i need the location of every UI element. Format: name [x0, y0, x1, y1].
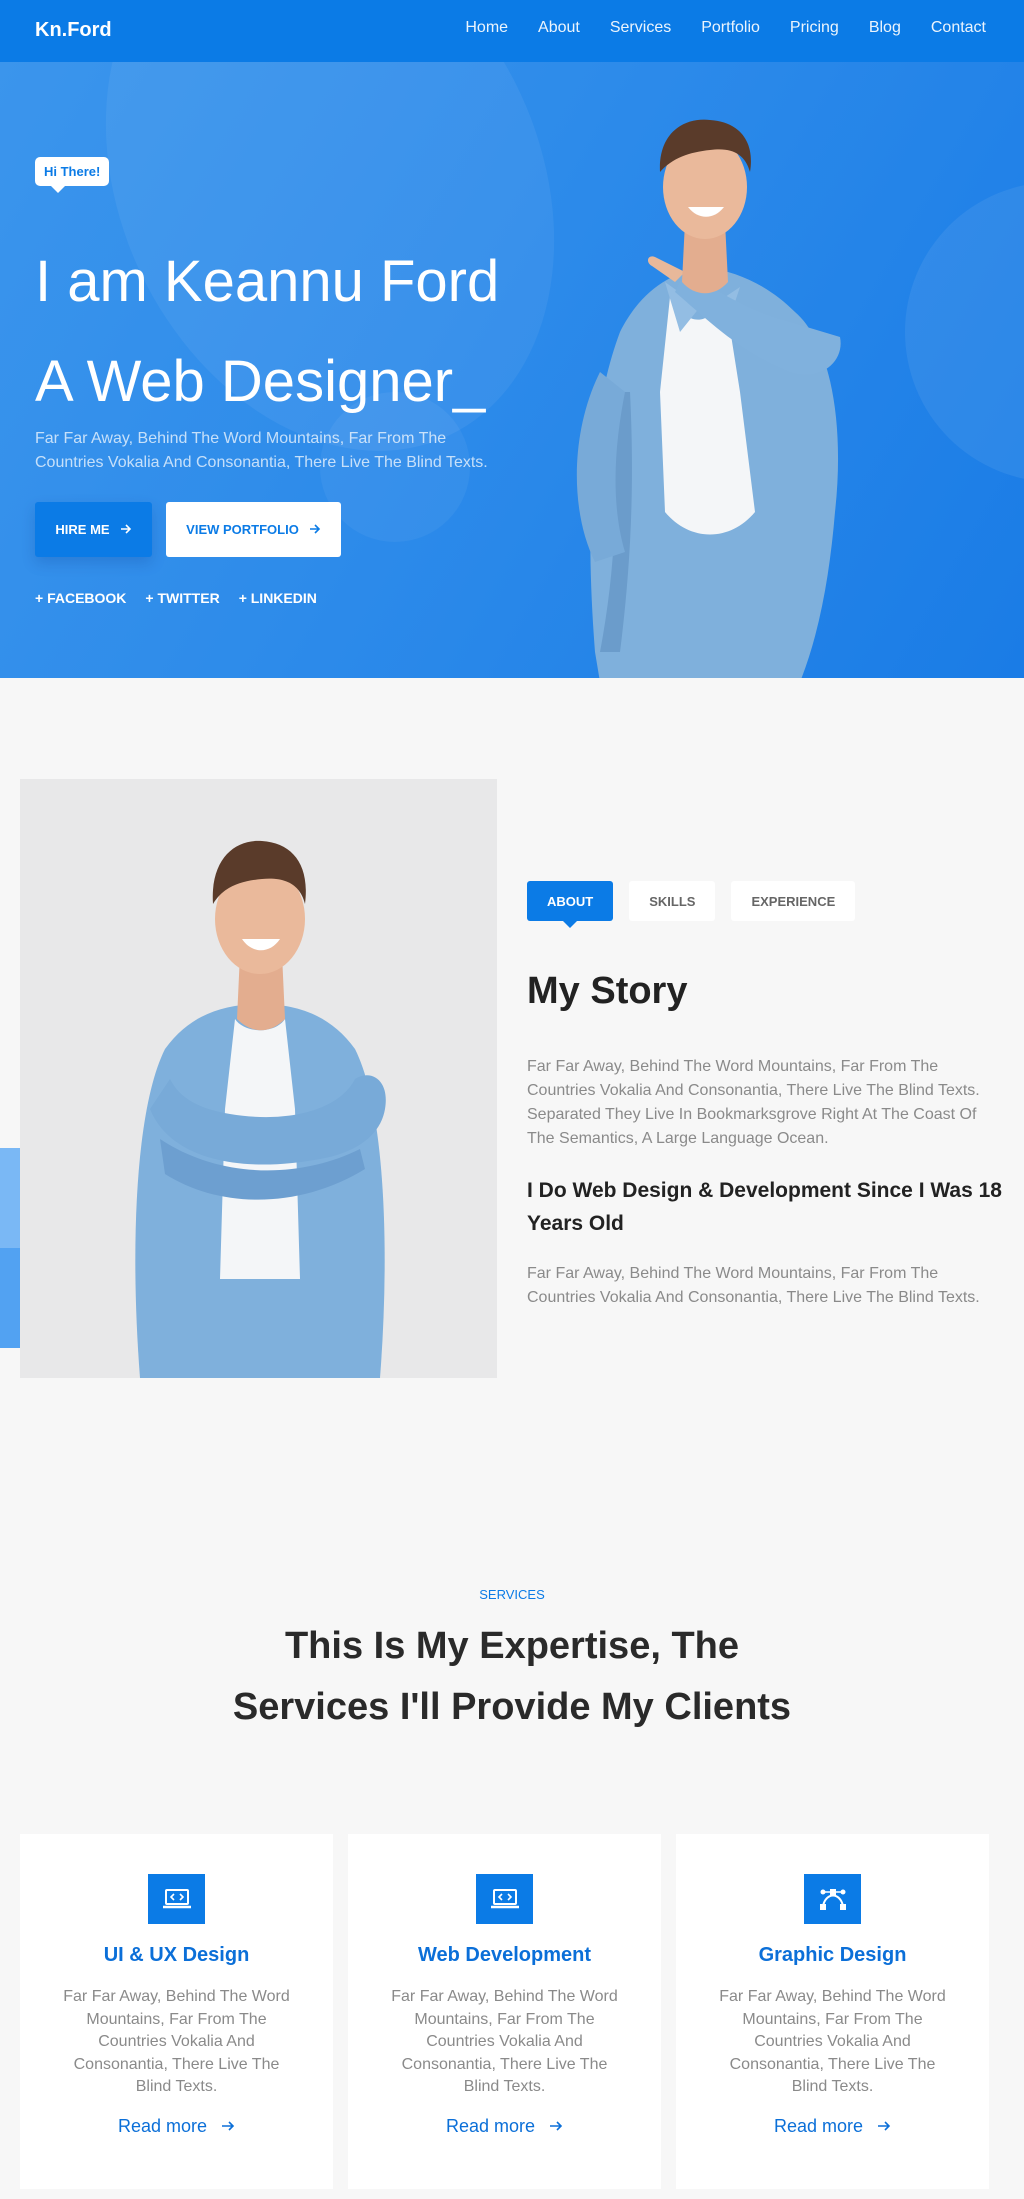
hero-portrait — [576, 119, 841, 678]
arrow-right-icon — [120, 522, 132, 537]
read-more-label: Read more — [773, 2116, 864, 2136]
nav-portfolio[interactable]: Portfolio — [701, 19, 760, 37]
main-menu: Home About Services Portfolio Pricing Bl… — [465, 19, 986, 37]
hi-there-badge: Hi There! — [35, 157, 110, 193]
arrow-right-icon — [549, 2116, 563, 2137]
service-title: UI & UX Design — [103, 1944, 250, 1966]
twitter-link[interactable]: + TWITTER — [145, 590, 219, 606]
top-navbar: Kn.Ford Home About Services Portfolio Pr… — [0, 0, 1024, 62]
nav-home[interactable]: Home — [465, 19, 508, 37]
read-more-link[interactable]: Read more — [20, 2116, 333, 2137]
hero-title-line1: I am Keannu Ford — [35, 249, 500, 314]
services-title-line2: Services I'll Provide My Clients — [232, 1686, 792, 1728]
side-accent — [0, 1148, 20, 1248]
hero-description: Far Far Away, Behind The Word Mountains,… — [35, 430, 488, 471]
arrow-right-icon — [309, 522, 321, 537]
about-portrait — [20, 779, 497, 1378]
service-cards: UI & UX Design Far Far Away, Behind The … — [20, 1834, 989, 2189]
decorative-blob — [905, 182, 1024, 482]
services-title-line1: This Is My Expertise, The — [284, 1625, 740, 1667]
tab-about[interactable]: ABOUT — [527, 881, 614, 928]
hero-title-line2: A Web Designer_ — [35, 349, 486, 414]
service-card: Web Development Far Far Away, Behind The… — [348, 1834, 661, 2189]
arrow-right-icon — [221, 2116, 235, 2137]
service-title: Graphic Design — [758, 1944, 907, 1966]
story-paragraph-2: Far Far Away, Behind The Word Mountains,… — [527, 1265, 980, 1306]
nav-about[interactable]: About — [538, 19, 580, 37]
side-accent — [0, 1248, 20, 1348]
about-tabs: ABOUT SKILLS EXPERIENCE — [527, 881, 856, 928]
service-title: Web Development — [418, 1944, 591, 1966]
hero-section: Hi There! I am Keannu Ford A Web Designe… — [0, 62, 1024, 678]
linkedin-link[interactable]: + LINKEDIN — [239, 590, 317, 606]
laptop-code-icon — [476, 1874, 533, 1924]
tab-experience[interactable]: EXPERIENCE — [731, 881, 856, 921]
read-more-label: Read more — [117, 2116, 208, 2136]
facebook-link[interactable]: + FACEBOOK — [35, 590, 126, 606]
laptop-code-icon — [148, 1874, 205, 1924]
service-card: UI & UX Design Far Far Away, Behind The … — [20, 1834, 333, 2189]
tab-skills[interactable]: SKILLS — [629, 881, 716, 921]
services-title: This Is My Expertise, The Services I'll … — [0, 1616, 1024, 1738]
service-text: Far Far Away, Behind The Word Mountains,… — [719, 1988, 946, 2095]
bezier-curve-icon — [804, 1874, 861, 1924]
portrait-illustration — [20, 779, 497, 1378]
hero-title: I am Keannu Ford A Web Designer_ — [35, 232, 499, 432]
nav-contact[interactable]: Contact — [931, 19, 986, 37]
view-portfolio-label: VIEW PORTFOLIO — [186, 522, 299, 537]
story-paragraph: Far Far Away, Behind The Word Mountains,… — [527, 1058, 980, 1147]
service-text: Far Far Away, Behind The Word Mountains,… — [391, 1988, 618, 2095]
story-subtitle: I Do Web Design & Development Since I Wa… — [527, 1179, 1002, 1235]
read-more-label: Read more — [445, 2116, 536, 2136]
arrow-right-icon — [877, 2116, 891, 2137]
view-portfolio-button[interactable]: VIEW PORTFOLIO — [166, 502, 341, 557]
brand-logo[interactable]: Kn.Ford — [35, 19, 112, 42]
service-card: Graphic Design Far Far Away, Behind The … — [676, 1834, 989, 2189]
service-text: Far Far Away, Behind The Word Mountains,… — [63, 1988, 290, 2095]
hire-me-button[interactable]: HIRE ME — [35, 502, 152, 557]
social-links: + FACEBOOK + TWITTER + LINKEDIN — [35, 590, 317, 606]
nav-services[interactable]: Services — [610, 19, 671, 37]
read-more-link[interactable]: Read more — [348, 2116, 661, 2137]
nav-blog[interactable]: Blog — [869, 19, 901, 37]
story-title: My Story — [527, 970, 688, 1012]
nav-pricing[interactable]: Pricing — [790, 19, 839, 37]
services-tag: SERVICES — [479, 1587, 545, 1602]
hire-me-label: HIRE ME — [55, 522, 110, 537]
read-more-link[interactable]: Read more — [676, 2116, 989, 2137]
